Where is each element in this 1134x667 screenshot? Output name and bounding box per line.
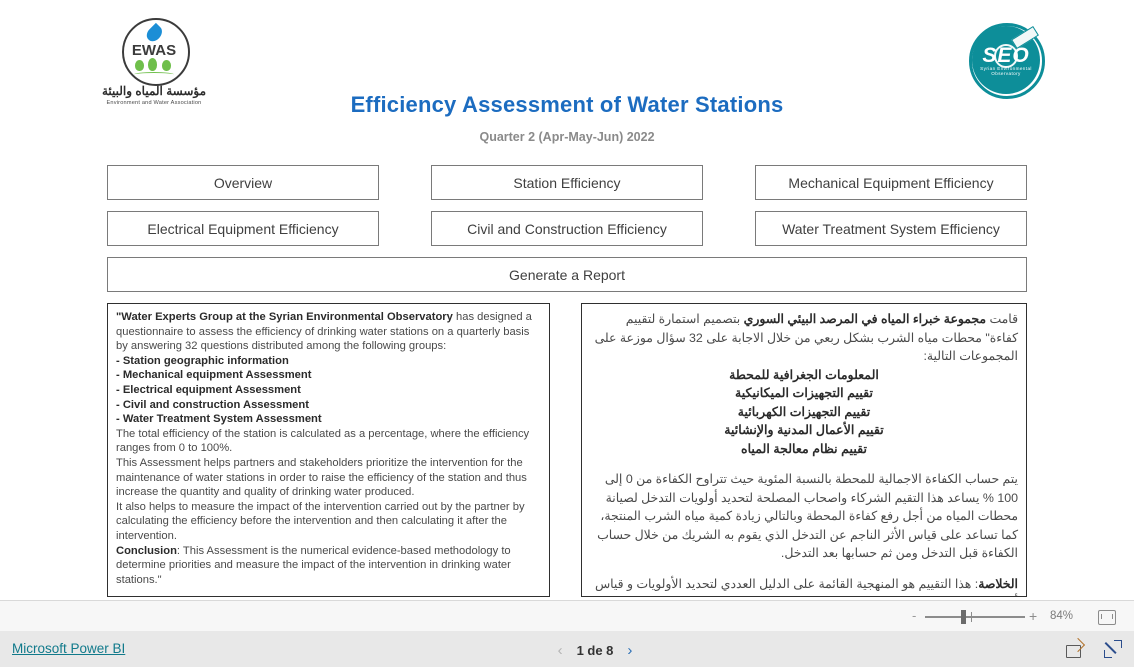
zoom-toolbar: - + 84% bbox=[0, 600, 1134, 633]
footer-bar: Microsoft Power BI ‹ 1 de 8 › bbox=[0, 631, 1134, 667]
arabic-group-item: تقييم نظام معالجة المياه bbox=[740, 441, 868, 456]
zoom-slider-tick bbox=[971, 612, 972, 622]
nav-button-overview[interactable]: Overview bbox=[107, 165, 379, 200]
english-paragraph-1: "Water Experts Group at the Syrian Envir… bbox=[116, 310, 541, 354]
arabic-group-item: تقييم التجهيزات الميكانيكية bbox=[734, 386, 874, 400]
zoom-level-label: 84% bbox=[1050, 610, 1074, 622]
english-paragraph-2: The total efficiency of the station is c… bbox=[116, 427, 530, 455]
english-paragraph-3: This Assessment helps partners and stake… bbox=[116, 456, 527, 499]
arabic-group-item: المعلومات الجغرافية للمحطة bbox=[729, 367, 879, 382]
zoom-out-button[interactable]: - bbox=[912, 609, 916, 622]
nav-button-civil-and-construction-efficiency[interactable]: Civil and Construction Efficiency bbox=[431, 211, 703, 246]
page-subtitle: Quarter 2 (Apr-May-Jun) 2022 bbox=[479, 130, 655, 144]
page-indicator-label: 1 de 8 bbox=[576, 642, 614, 658]
trees-icon bbox=[132, 58, 176, 78]
english-group-list: - Station geographic information - Mecha… bbox=[116, 354, 541, 427]
ewas-wordmark: EWAS bbox=[131, 42, 177, 59]
nav-button-mechanical-equipment-efficiency[interactable]: Mechanical Equipment Efficiency bbox=[755, 165, 1027, 200]
generate-report-button[interactable]: Generate a Report bbox=[107, 257, 1027, 292]
english-description-panel: "Water Experts Group at the Syrian Envir… bbox=[107, 303, 550, 597]
english-bold-lead: "Water Experts Group at the Syrian Envir… bbox=[116, 311, 453, 323]
english-group-item: - Mechanical equipment Assessment bbox=[116, 369, 312, 382]
next-page-icon[interactable]: › bbox=[627, 643, 632, 658]
fit-to-page-icon[interactable] bbox=[1098, 610, 1116, 625]
zoom-slider-thumb[interactable] bbox=[961, 610, 966, 624]
microsoft-power-bi-link[interactable]: Microsoft Power BI bbox=[12, 641, 125, 656]
report-canvas: EWAS مؤسسة المياه والبيئة Environment an… bbox=[0, 0, 1134, 600]
page-title: Efficiency Assessment of Water Stations bbox=[350, 92, 784, 117]
seo-wordmark: SEO bbox=[982, 44, 1030, 67]
english-paragraph-4: It also helps to measure the impact of t… bbox=[116, 500, 525, 542]
arabic-spacer bbox=[590, 458, 1018, 470]
pagination-control: ‹ 1 de 8 › bbox=[535, 640, 655, 660]
arabic-paragraph-2: يتم حساب الكفاءة الاجمالية للمحطة بالنسب… bbox=[597, 472, 1018, 560]
fullscreen-icon[interactable] bbox=[1104, 640, 1122, 658]
zoom-in-button[interactable]: + bbox=[1029, 609, 1037, 623]
arabic-spacer-2 bbox=[590, 563, 1018, 575]
arabic-description-panel: قامت مجموعة خبراء المياه في المرصد البيئ… bbox=[581, 303, 1027, 597]
arabic-group-item: تقييم الأعمال المدنية والإنشائية bbox=[724, 423, 884, 437]
arabic-paragraph-1: قامت مجموعة خبراء المياه في المرصد البيئ… bbox=[590, 310, 1018, 366]
arabic-conclusion-label: الخلاصة bbox=[978, 576, 1018, 591]
english-group-item: - Electrical equipment Assessment bbox=[116, 383, 301, 396]
seo-arc-text: Syrian Environmental Observatory bbox=[980, 66, 1032, 76]
arabic-bold-lead: مجموعة خبراء المياه في المرصد البيئي الس… bbox=[743, 312, 987, 326]
arabic-group-item: تقييم التجهيزات الكهربائية bbox=[737, 404, 871, 419]
nav-button-station-efficiency[interactable]: Station Efficiency bbox=[431, 165, 703, 200]
share-icon[interactable] bbox=[1066, 637, 1086, 658]
nav-button-water-treatment-system-efficiency[interactable]: Water Treatment System Efficiency bbox=[755, 211, 1027, 246]
arabic-lead-pre: قامت bbox=[986, 312, 1018, 326]
english-group-item: - Station geographic information bbox=[116, 354, 289, 367]
arabic-conclusion: الخلاصة: هذا التقييم هو المنهجية القائمة… bbox=[590, 575, 1018, 597]
arabic-conclusion-text: : هذا التقييم هو المنهجية القائمة على ال… bbox=[594, 576, 1018, 597]
seo-logo: SEO Syrian Environmental Observatory bbox=[968, 22, 1045, 99]
previous-page-icon[interactable]: ‹ bbox=[558, 643, 563, 658]
english-group-item: - Civil and construction Assessment bbox=[116, 398, 309, 411]
english-conclusion-label: Conclusion bbox=[116, 544, 177, 557]
nav-button-electrical-equipment-efficiency[interactable]: Electrical Equipment Efficiency bbox=[107, 211, 379, 246]
arabic-group-list: المعلومات الجغرافية للمحطة تقييم التجهيز… bbox=[590, 366, 1018, 459]
english-group-item: - Water Treatment System Assessment bbox=[116, 413, 322, 426]
zoom-slider-track[interactable] bbox=[925, 616, 1025, 618]
english-conclusion: Conclusion: This Assessment is the numer… bbox=[116, 544, 541, 588]
